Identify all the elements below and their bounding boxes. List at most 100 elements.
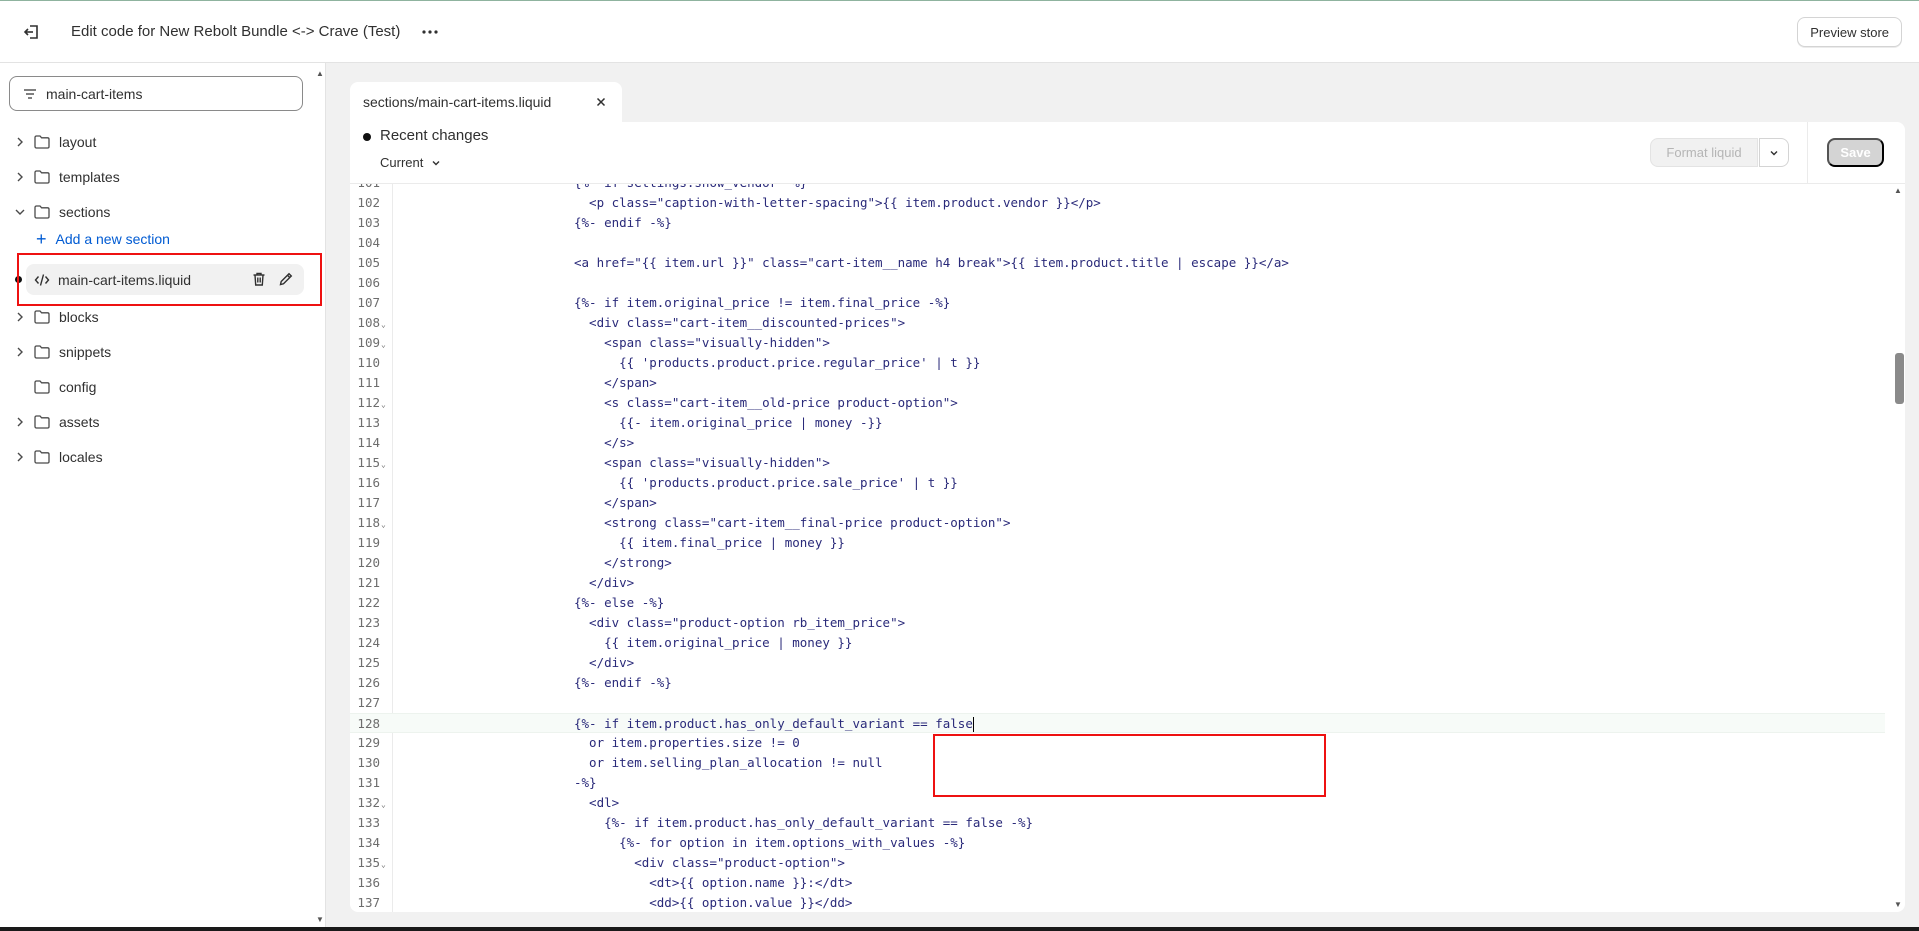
code-line[interactable]: 107 {%- if item.original_price != item.fi… xyxy=(350,293,1885,313)
sidebar-item-blocks[interactable]: blocks xyxy=(0,303,310,331)
code-line[interactable]: 102 <p class="caption-with-letter-spacin… xyxy=(350,193,1885,213)
code-line[interactable]: 136 <dt>{{ option.name }}:</dt> xyxy=(350,873,1885,893)
line-number: 130 xyxy=(357,755,380,770)
line-text: </span> xyxy=(574,495,657,510)
folder-icon xyxy=(34,170,50,184)
line-number: 104 xyxy=(357,235,380,250)
sidebar-item-sections[interactable]: sections xyxy=(0,198,310,226)
code-line[interactable]: 124 {{ item.original_price | money }} xyxy=(350,633,1885,653)
fold-chevron-icon[interactable]: ⌄ xyxy=(381,455,386,475)
sidebar-item-locales[interactable]: locales xyxy=(0,443,310,471)
search-input[interactable] xyxy=(46,85,286,102)
line-text: {{ 'products.product.price.regular_price… xyxy=(574,355,981,370)
fold-chevron-icon[interactable]: ⌄ xyxy=(381,855,386,875)
fold-chevron-icon[interactable]: ⌄ xyxy=(381,515,386,535)
sidebar-item-label: layout xyxy=(59,134,97,150)
sidebar-scroll-down-icon[interactable]: ▼ xyxy=(316,915,324,924)
chevron-right-icon xyxy=(14,137,26,147)
line-number: 119 xyxy=(357,535,380,550)
code-line[interactable]: 115 ⌄ <span class="visually-hidden"> xyxy=(350,453,1885,473)
code-line[interactable]: 123 <div class="product-option rb_item_p… xyxy=(350,613,1885,633)
code-line[interactable]: 114 </s> xyxy=(350,433,1885,453)
code-line[interactable]: 128 {%- if item.product.has_only_default_… xyxy=(350,713,1885,733)
line-text: {%- endif -%} xyxy=(574,675,672,690)
line-number: 127 xyxy=(357,695,380,710)
code-area[interactable]: 101{%- if settings.show_vendor -%}102 <p… xyxy=(350,184,1905,912)
page-title: Edit code for New Rebolt Bundle <-> Crav… xyxy=(71,23,401,40)
file-tab[interactable]: sections/main-cart-items.liquid xyxy=(350,82,622,122)
code-line[interactable]: 101 {%- if settings.show_vendor -%} xyxy=(350,184,1885,193)
line-text: <strong class="cart-item__final-price pr… xyxy=(574,515,1011,530)
line-text: or item.selling_plan_allocation != null xyxy=(574,755,883,770)
add-section-link[interactable]: + Add a new section xyxy=(36,230,170,248)
line-text: <s class="cart-item__old-price product-o… xyxy=(574,395,958,410)
code-line[interactable]: 111 </span> xyxy=(350,373,1885,393)
tab-path-dir: sections/ xyxy=(363,94,419,110)
line-number: 114 xyxy=(357,435,380,450)
version-selector[interactable]: Current xyxy=(380,155,441,170)
close-icon[interactable] xyxy=(594,95,608,109)
line-text: <dd>{{ option.value }}</dd> xyxy=(574,895,853,910)
code-line[interactable]: 108 ⌄ <div class="cart-item__discounted-p… xyxy=(350,313,1885,333)
code-line[interactable]: 119 {{ item.final_price | money }} xyxy=(350,533,1885,553)
file-search[interactable] xyxy=(9,76,303,111)
version-label: Current xyxy=(380,155,424,170)
code-line[interactable]: 109 ⌄ <span class="visually-hidden"> xyxy=(350,333,1885,353)
more-actions-icon[interactable] xyxy=(418,20,442,44)
highlight-box xyxy=(17,253,322,306)
code-line[interactable]: 113 {{- item.original_price | money -}} xyxy=(350,413,1885,433)
line-text: <span class="visually-hidden"> xyxy=(574,335,830,350)
code-line[interactable]: 104 xyxy=(350,233,1885,253)
window-bottom-edge xyxy=(0,927,1919,931)
chevron-right-icon xyxy=(14,452,26,462)
code-line[interactable]: 103 {%- endif -%} xyxy=(350,213,1885,233)
code-line[interactable]: 127 xyxy=(350,693,1885,713)
sidebar-item-templates[interactable]: templates xyxy=(0,163,310,191)
code-line[interactable]: 137 <dd>{{ option.value }}</dd> xyxy=(350,893,1885,912)
code-line[interactable]: 105 <a href="{{ item.url }}" class="cart-… xyxy=(350,253,1885,273)
line-number: 113 xyxy=(357,415,380,430)
code-line[interactable]: 126 {%- endif -%} xyxy=(350,673,1885,693)
code-line[interactable]: 117 </span> xyxy=(350,493,1885,513)
sidebar-item-label: config xyxy=(59,379,97,395)
code-line[interactable]: 133 {%- if item.product.has_only_default… xyxy=(350,813,1885,833)
fold-chevron-icon[interactable]: ⌄ xyxy=(381,335,386,355)
format-options-button[interactable] xyxy=(1759,138,1789,167)
line-number: 129 xyxy=(357,735,380,750)
code-line[interactable]: 122 {%- else -%} xyxy=(350,593,1885,613)
line-number: 132 xyxy=(357,795,380,810)
format-liquid-button[interactable]: Format liquid xyxy=(1650,138,1758,167)
code-line[interactable]: 112 ⌄ <s class="cart-item__old-price prod… xyxy=(350,393,1885,413)
save-button[interactable]: Save xyxy=(1827,138,1884,167)
code-line[interactable]: 135 ⌄ <div class="product-option"> xyxy=(350,853,1885,873)
code-line[interactable]: 118 ⌄ <strong class="cart-item__final-pri… xyxy=(350,513,1885,533)
scroll-up-icon[interactable]: ▲ xyxy=(1894,186,1902,195)
code-line[interactable]: 116 {{ 'products.product.price.sale_pric… xyxy=(350,473,1885,493)
line-number: 110 xyxy=(357,355,380,370)
sidebar-scroll-up-icon[interactable]: ▲ xyxy=(316,69,324,78)
fold-chevron-icon[interactable]: ⌄ xyxy=(381,395,386,415)
fold-chevron-icon[interactable]: ⌄ xyxy=(381,315,386,335)
code-line[interactable]: 110 {{ 'products.product.price.regular_p… xyxy=(350,353,1885,373)
scroll-thumb[interactable] xyxy=(1895,353,1904,404)
line-text: <span class="visually-hidden"> xyxy=(574,455,830,470)
scroll-down-icon[interactable]: ▼ xyxy=(1894,900,1902,909)
sidebar-item-config[interactable]: config xyxy=(0,373,310,401)
exit-icon[interactable] xyxy=(17,17,47,47)
sidebar-item-assets[interactable]: assets xyxy=(0,408,310,436)
line-number: 135 xyxy=(357,855,380,870)
line-text: <div class="product-option rb_item_price… xyxy=(574,615,906,630)
code-line[interactable]: 125 </div> xyxy=(350,653,1885,673)
add-section-label: Add a new section xyxy=(55,231,170,247)
fold-chevron-icon[interactable]: ⌄ xyxy=(381,795,386,815)
preview-store-button[interactable]: Preview store xyxy=(1797,17,1902,47)
code-line[interactable]: 120 </strong> xyxy=(350,553,1885,573)
sidebar-item-layout[interactable]: layout xyxy=(0,128,310,156)
code-line[interactable]: 106 xyxy=(350,273,1885,293)
editor-scrollbar[interactable]: ▲ ▼ xyxy=(1893,184,1905,912)
line-text: {%- endif -%} xyxy=(574,215,672,230)
code-line[interactable]: 121 </div> xyxy=(350,573,1885,593)
line-number: 111 xyxy=(357,375,380,390)
code-line[interactable]: 134 {%- for option in item.options_with_… xyxy=(350,833,1885,853)
sidebar-item-snippets[interactable]: snippets xyxy=(0,338,310,366)
